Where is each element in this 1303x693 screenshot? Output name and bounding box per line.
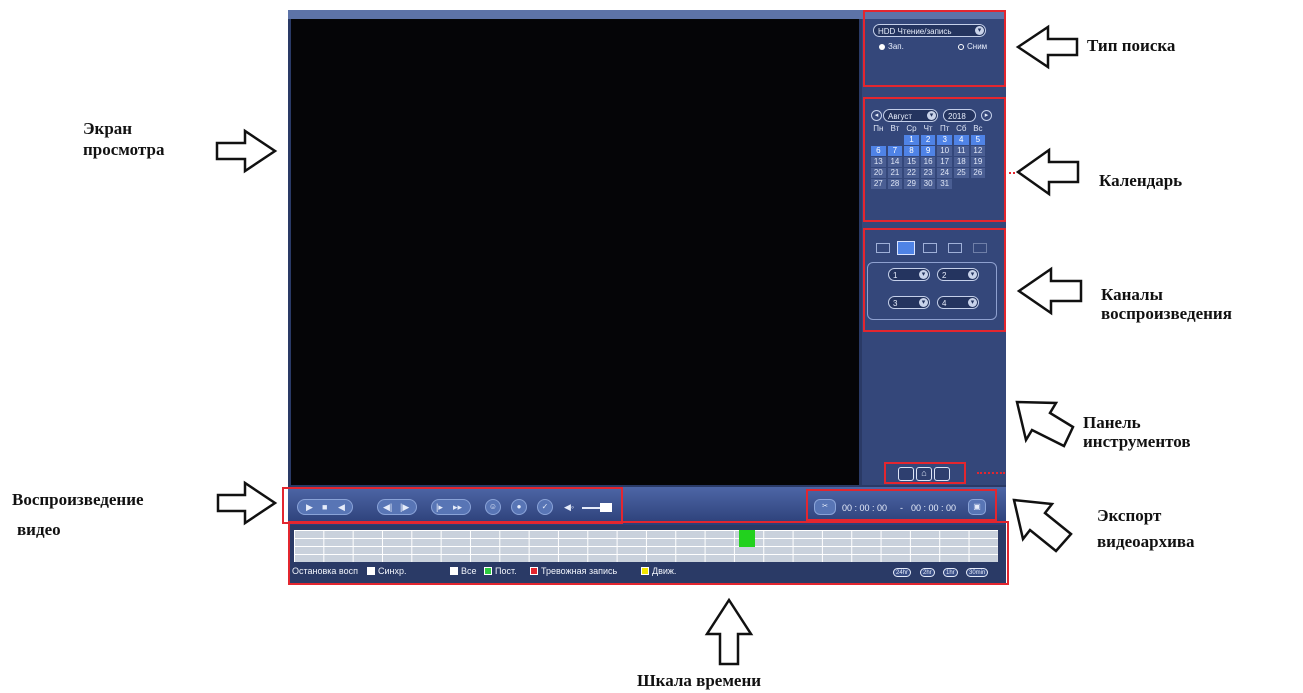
arrow-left-icon (1015, 147, 1080, 197)
annotation-line: Экспорт (1097, 506, 1162, 525)
annotation-channels: Каналы воспроизведения (1101, 285, 1232, 323)
annotation-line: видеоархива (1097, 532, 1195, 551)
annotation-line: просмотра (83, 140, 165, 159)
annotation-tools: Панель инструментов (1083, 413, 1191, 451)
annotation-line: видео (17, 520, 61, 539)
annotation-line: Каналы (1101, 285, 1163, 304)
annotation-line: Экран (83, 119, 133, 138)
annotation-playback: Воспроизведение видео (12, 485, 144, 545)
arrow-right-icon (216, 480, 278, 526)
tools-leader-line (977, 472, 1005, 474)
annotation-line: Панель (1083, 413, 1141, 432)
annotation-line: Воспроизведение (12, 490, 144, 509)
annotation-line: воспроизведения (1101, 304, 1232, 323)
arrow-up-icon (704, 597, 754, 666)
arrow-up-left-icon (1012, 498, 1073, 553)
annotation-calendar: Календарь (1099, 171, 1183, 190)
annotation-search-type: Тип поиска (1087, 36, 1176, 55)
arrow-left-icon (1015, 24, 1079, 70)
annotation-export: Экспорт видеоархива (1097, 503, 1195, 555)
annotation-view-screen: Экран просмотра (83, 118, 164, 160)
annotation-line: инструментов (1083, 432, 1191, 451)
arrow-left-icon (1016, 266, 1083, 316)
annotation-timeline: Шкала времени (637, 671, 762, 690)
arrow-down-left-icon (1015, 400, 1075, 448)
annotation-arrows (215, 24, 1083, 666)
calendar-leader-line (1004, 172, 1015, 174)
arrow-right-icon (215, 128, 278, 174)
